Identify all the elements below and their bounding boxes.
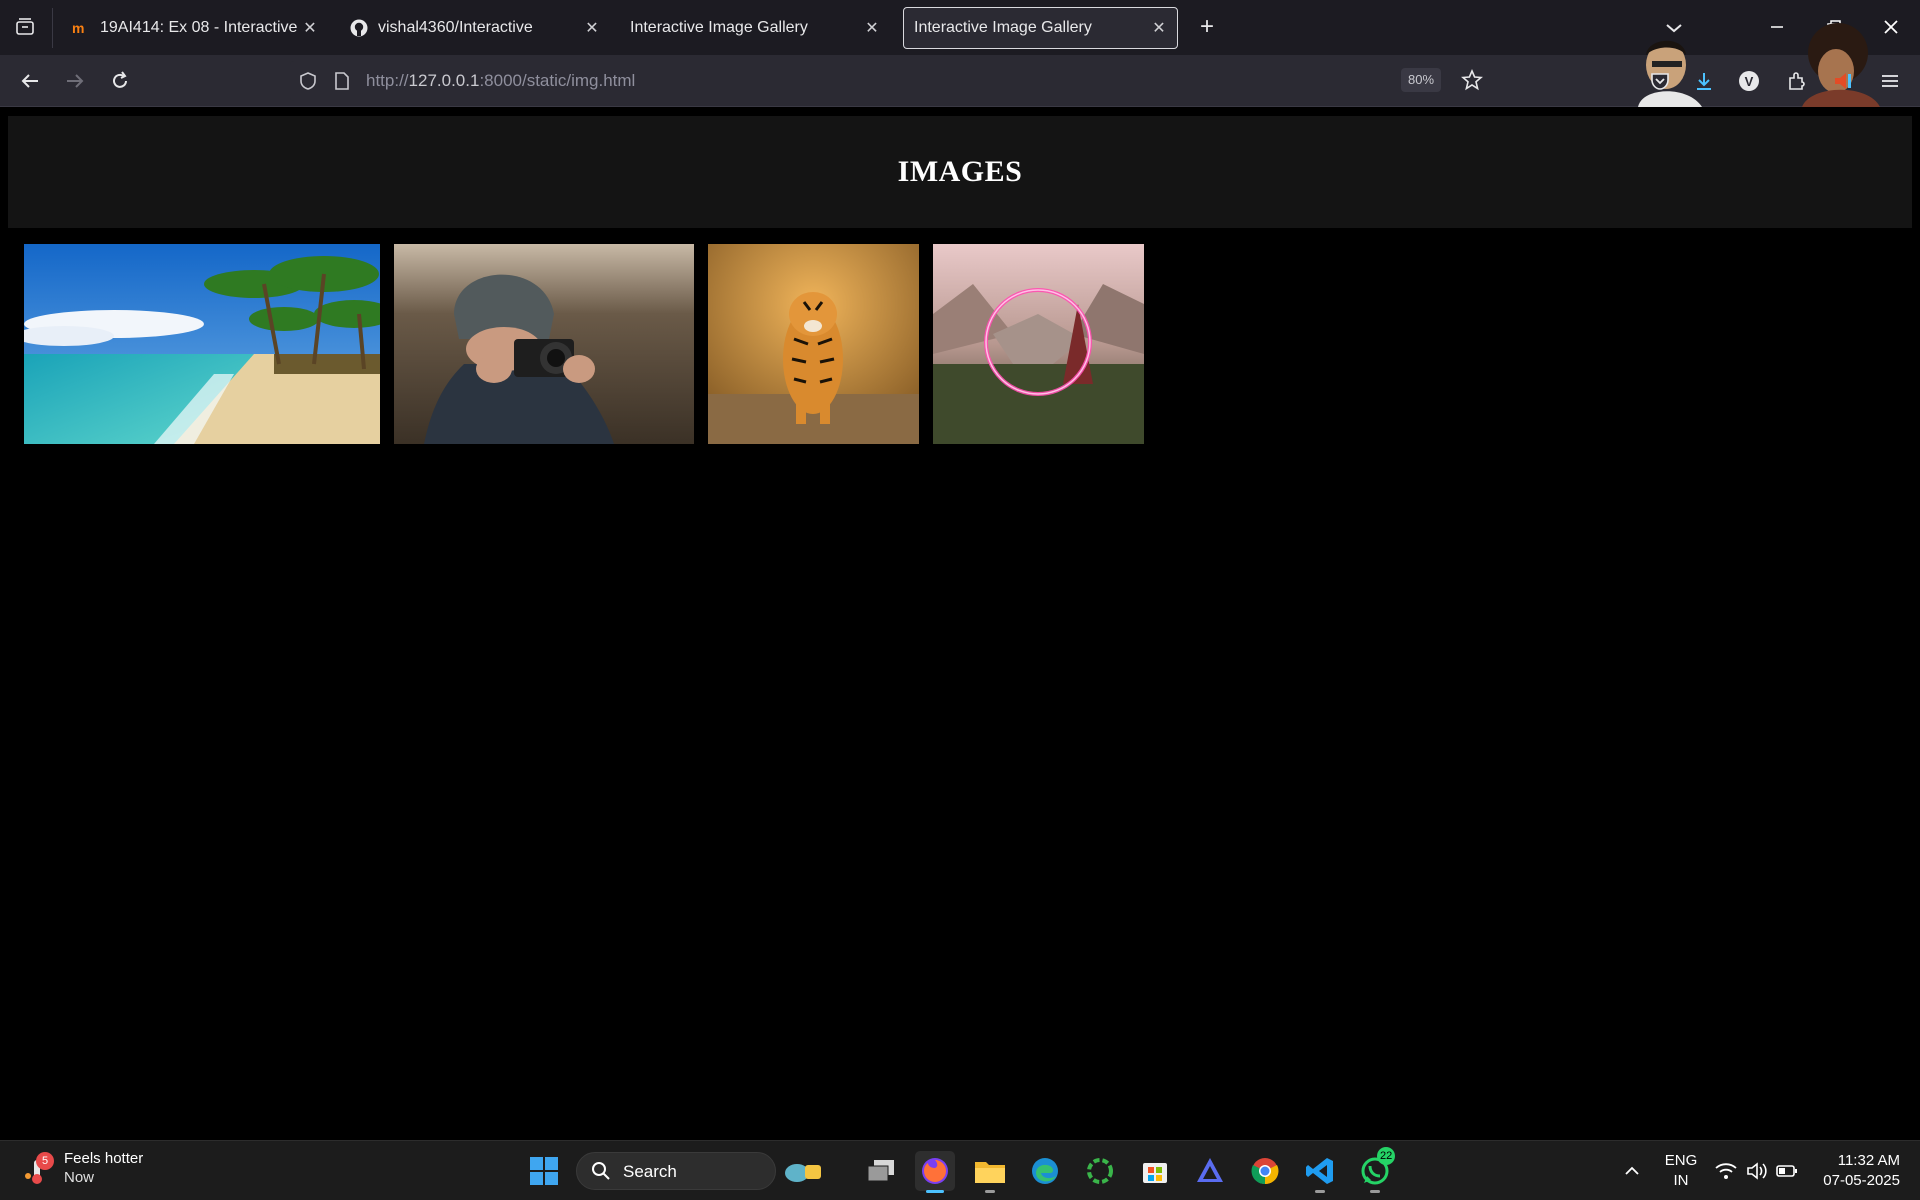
pocket-icon[interactable] [1646, 67, 1674, 95]
forward-icon[interactable] [61, 67, 89, 95]
running-indicator [1370, 1190, 1380, 1193]
tray-chevron-up-icon[interactable] [1612, 1151, 1652, 1191]
speaker-icon[interactable] [1829, 67, 1857, 95]
gallery-image-mountains[interactable] [933, 244, 1144, 444]
battery-icon[interactable] [1767, 1151, 1807, 1191]
svg-text:V: V [1745, 74, 1754, 89]
navigation-bar: http://127.0.0.1:8000/static/img.html 80… [0, 23, 1920, 107]
close-icon[interactable]: ✕ [302, 20, 318, 37]
close-icon[interactable]: ✕ [864, 20, 880, 37]
notification-badge: 22 [1377, 1147, 1396, 1165]
file-explorer-icon[interactable] [970, 1151, 1010, 1193]
extensions-puzzle-icon[interactable] [1783, 67, 1811, 95]
download-icon[interactable] [1690, 67, 1718, 95]
weather-badge: 5 [36, 1152, 54, 1170]
weather-title: Feels hotter [64, 1150, 144, 1167]
taskbar-search[interactable]: Search [576, 1152, 821, 1190]
moodle-icon: m [72, 19, 90, 37]
github-icon [350, 19, 368, 37]
search-icon [591, 1161, 611, 1186]
windows-start-icon[interactable] [524, 1151, 564, 1191]
language-code: ENG [1664, 1152, 1698, 1169]
zoom-indicator[interactable]: 80% [1401, 68, 1442, 92]
system-clock[interactable]: 11:32 AM 07-05-2025 [1810, 1151, 1900, 1191]
weather-widget[interactable]: 5 Feels hotter Now [22, 1149, 143, 1187]
language-indicator[interactable]: ENG IN [1664, 1151, 1698, 1191]
new-tab-button[interactable]: + [1195, 15, 1219, 40]
tab-gallery-active[interactable]: Interactive Image Gallery ✕ [903, 7, 1178, 49]
search-label: Search [623, 1162, 677, 1181]
back-icon[interactable] [16, 67, 44, 95]
taskbar: 5 Feels hotter Now Search 22 ENG IN 11:3… [0, 1140, 1920, 1200]
running-indicator [985, 1190, 995, 1193]
menu-icon[interactable] [1876, 67, 1904, 95]
clock-date: 07-05-2025 [1823, 1172, 1900, 1189]
tab-gallery[interactable]: Interactive Image Gallery ✕ [620, 7, 890, 49]
firefox-icon[interactable] [915, 1151, 955, 1193]
extension-v-icon[interactable]: V [1735, 67, 1763, 95]
tab-github[interactable]: vishal4360/Interactive ✕ [340, 7, 610, 49]
search-highlight-icon [783, 1155, 823, 1192]
running-indicator [1315, 1190, 1325, 1193]
task-view-icon[interactable] [861, 1151, 901, 1191]
ring-app-icon[interactable] [1080, 1151, 1120, 1191]
page-icon[interactable] [330, 69, 354, 93]
clock-time: 11:32 AM [1837, 1152, 1900, 1169]
svg-text:m: m [72, 21, 84, 35]
vscode-icon[interactable] [1300, 1151, 1340, 1193]
url-path: :8000/static/img.html [479, 71, 636, 90]
url-text[interactable]: http://127.0.0.1:8000/static/img.html [366, 71, 635, 91]
tab-separator [52, 8, 53, 48]
tab-title: vishal4360/Interactive [378, 19, 533, 36]
active-indicator [926, 1190, 944, 1193]
delta-app-icon[interactable] [1190, 1151, 1230, 1191]
close-icon[interactable]: ✕ [1151, 20, 1167, 37]
gallery-image-tiger[interactable] [708, 244, 919, 444]
tab-title: Interactive Image Gallery [630, 19, 808, 36]
page-content: IMAGES [0, 108, 1920, 1140]
edge-icon[interactable] [1025, 1151, 1065, 1191]
bookmark-star-icon[interactable] [1459, 67, 1485, 93]
weather-subtitle: Now [64, 1169, 95, 1186]
tab-title: Interactive Image Gallery [914, 19, 1092, 36]
reload-icon[interactable] [106, 67, 134, 95]
address-bar[interactable]: http://127.0.0.1:8000/static/img.html [290, 61, 1470, 101]
shield-icon[interactable] [296, 69, 320, 93]
tab-title: 19AI414: Ex 08 - Interactive Ima [100, 19, 302, 36]
url-host: 127.0.0.1 [408, 71, 480, 90]
microsoft-store-icon[interactable] [1135, 1151, 1175, 1191]
gallery-image-beach[interactable] [24, 244, 380, 444]
chrome-icon[interactable] [1245, 1151, 1285, 1191]
close-icon[interactable]: ✕ [584, 20, 600, 37]
url-scheme: http:// [366, 71, 409, 90]
tab-moodle[interactable]: m 19AI414: Ex 08 - Interactive Ima ✕ [62, 7, 328, 49]
thermometer-icon: 5 [22, 1150, 54, 1186]
whatsapp-icon[interactable]: 22 [1355, 1147, 1396, 1193]
tab-list-icon[interactable] [12, 14, 38, 40]
gallery-image-photographer[interactable] [394, 244, 694, 444]
region-code: IN [1673, 1172, 1689, 1189]
page-header: IMAGES [8, 116, 1912, 228]
weather-text: Feels hotter Now [64, 1149, 143, 1187]
page-title: IMAGES [897, 155, 1023, 188]
